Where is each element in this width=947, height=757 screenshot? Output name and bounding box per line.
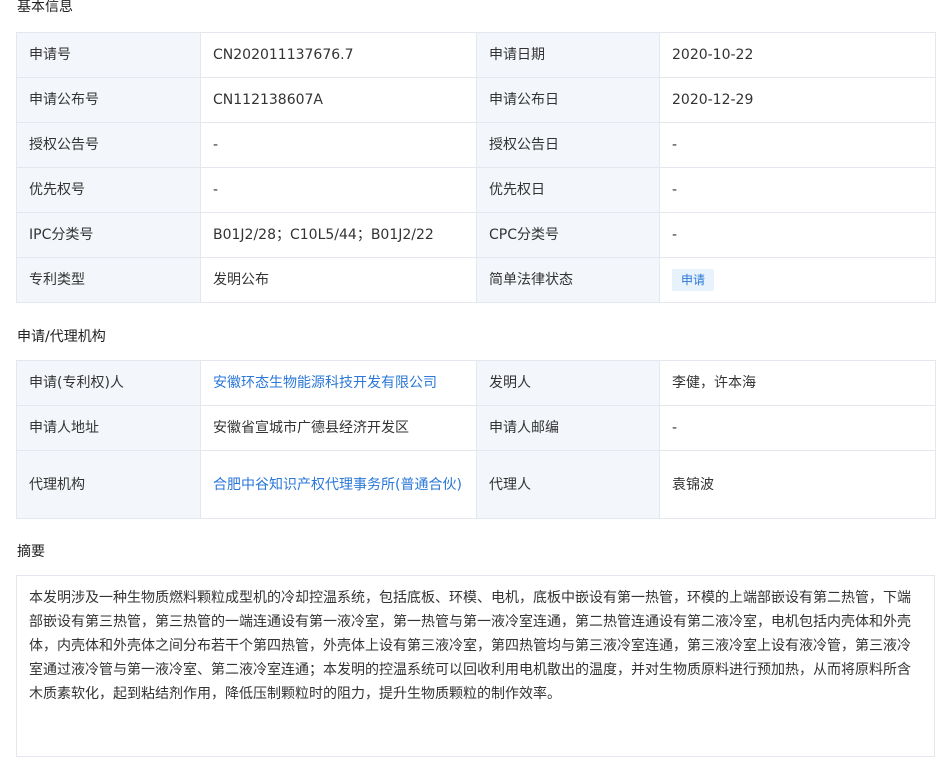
applicant-label: 申请(专利权)人 [16,360,201,406]
cpc-label: CPC分类号 [476,212,660,258]
grant-no-value: - [200,122,477,168]
table-row: IPC分类号 B01J2/28；C10L5/44；B01J2/22 CPC分类号… [16,212,936,258]
postcode-value: - [659,405,936,451]
app-no-label: 申请号 [16,32,201,78]
cpc-value: - [659,212,936,258]
applicant-cell: 安徽环态生物能源科技开发有限公司 [200,360,477,406]
priority-date-value: - [659,167,936,213]
priority-no-label: 优先权号 [16,167,201,213]
app-date-label: 申请日期 [476,32,660,78]
table-row: 优先权号 - 优先权日 - [16,167,936,213]
grant-no-label: 授权公告号 [16,122,201,168]
pub-no-value: CN112138607A [200,77,477,123]
agency-cell: 合肥中谷知识产权代理事务所(普通合伙) [200,450,477,519]
applicant-link[interactable]: 安徽环态生物能源科技开发有限公司 [213,375,437,391]
legal-status-label: 简单法律状态 [476,257,660,303]
agency-table: 申请(专利权)人 安徽环态生物能源科技开发有限公司 发明人 李健，许本海 申请人… [16,360,936,519]
grant-date-label: 授权公告日 [476,122,660,168]
address-label: 申请人地址 [16,405,201,451]
section-title-agency: 申请/代理机构 [17,329,106,345]
postcode-label: 申请人邮编 [476,405,660,451]
legal-status-badge: 申请 [672,269,715,291]
basic-info-table: 申请号 CN202011137676.7 申请日期 2020-10-22 申请公… [16,32,936,303]
section-title-basic: 基本信息 [17,0,73,15]
agency-link[interactable]: 合肥中谷知识产权代理事务所(普通合伙) [213,477,462,493]
table-row: 申请(专利权)人 安徽环态生物能源科技开发有限公司 发明人 李健，许本海 [16,360,936,406]
table-row: 专利类型 发明公布 简单法律状态 申请 [16,257,936,303]
pub-no-label: 申请公布号 [16,77,201,123]
agent-value: 袁锦波 [659,450,936,519]
priority-no-value: - [200,167,477,213]
grant-date-value: - [659,122,936,168]
patent-type-label: 专利类型 [16,257,201,303]
abstract-text: 本发明涉及一种生物质燃料颗粒成型机的冷却控温系统，包括底板、环模、电机，底板中嵌… [29,590,911,702]
agent-label: 代理人 [476,450,660,519]
table-row: 申请人地址 安徽省宣城市广德县经济开发区 申请人邮编 - [16,405,936,451]
inventor-label: 发明人 [476,360,660,406]
agency-label: 代理机构 [16,450,201,519]
ipc-label: IPC分类号 [16,212,201,258]
table-row: 代理机构 合肥中谷知识产权代理事务所(普通合伙) 代理人 袁锦波 [16,450,936,519]
ipc-value: B01J2/28；C10L5/44；B01J2/22 [200,212,477,258]
pub-date-value: 2020-12-29 [659,77,936,123]
table-row: 申请号 CN202011137676.7 申请日期 2020-10-22 [16,32,936,78]
address-value: 安徽省宣城市广德县经济开发区 [200,405,477,451]
legal-status-cell: 申请 [659,257,936,303]
app-date-value: 2020-10-22 [659,32,936,78]
table-row: 申请公布号 CN112138607A 申请公布日 2020-12-29 [16,77,936,123]
section-title-abstract: 摘要 [17,544,45,560]
pub-date-label: 申请公布日 [476,77,660,123]
patent-type-value: 发明公布 [200,257,477,303]
app-no-value: CN202011137676.7 [200,32,477,78]
table-row: 授权公告号 - 授权公告日 - [16,122,936,168]
abstract-box: 本发明涉及一种生物质燃料颗粒成型机的冷却控温系统，包括底板、环模、电机，底板中嵌… [16,575,935,757]
inventor-value: 李健，许本海 [659,360,936,406]
priority-date-label: 优先权日 [476,167,660,213]
